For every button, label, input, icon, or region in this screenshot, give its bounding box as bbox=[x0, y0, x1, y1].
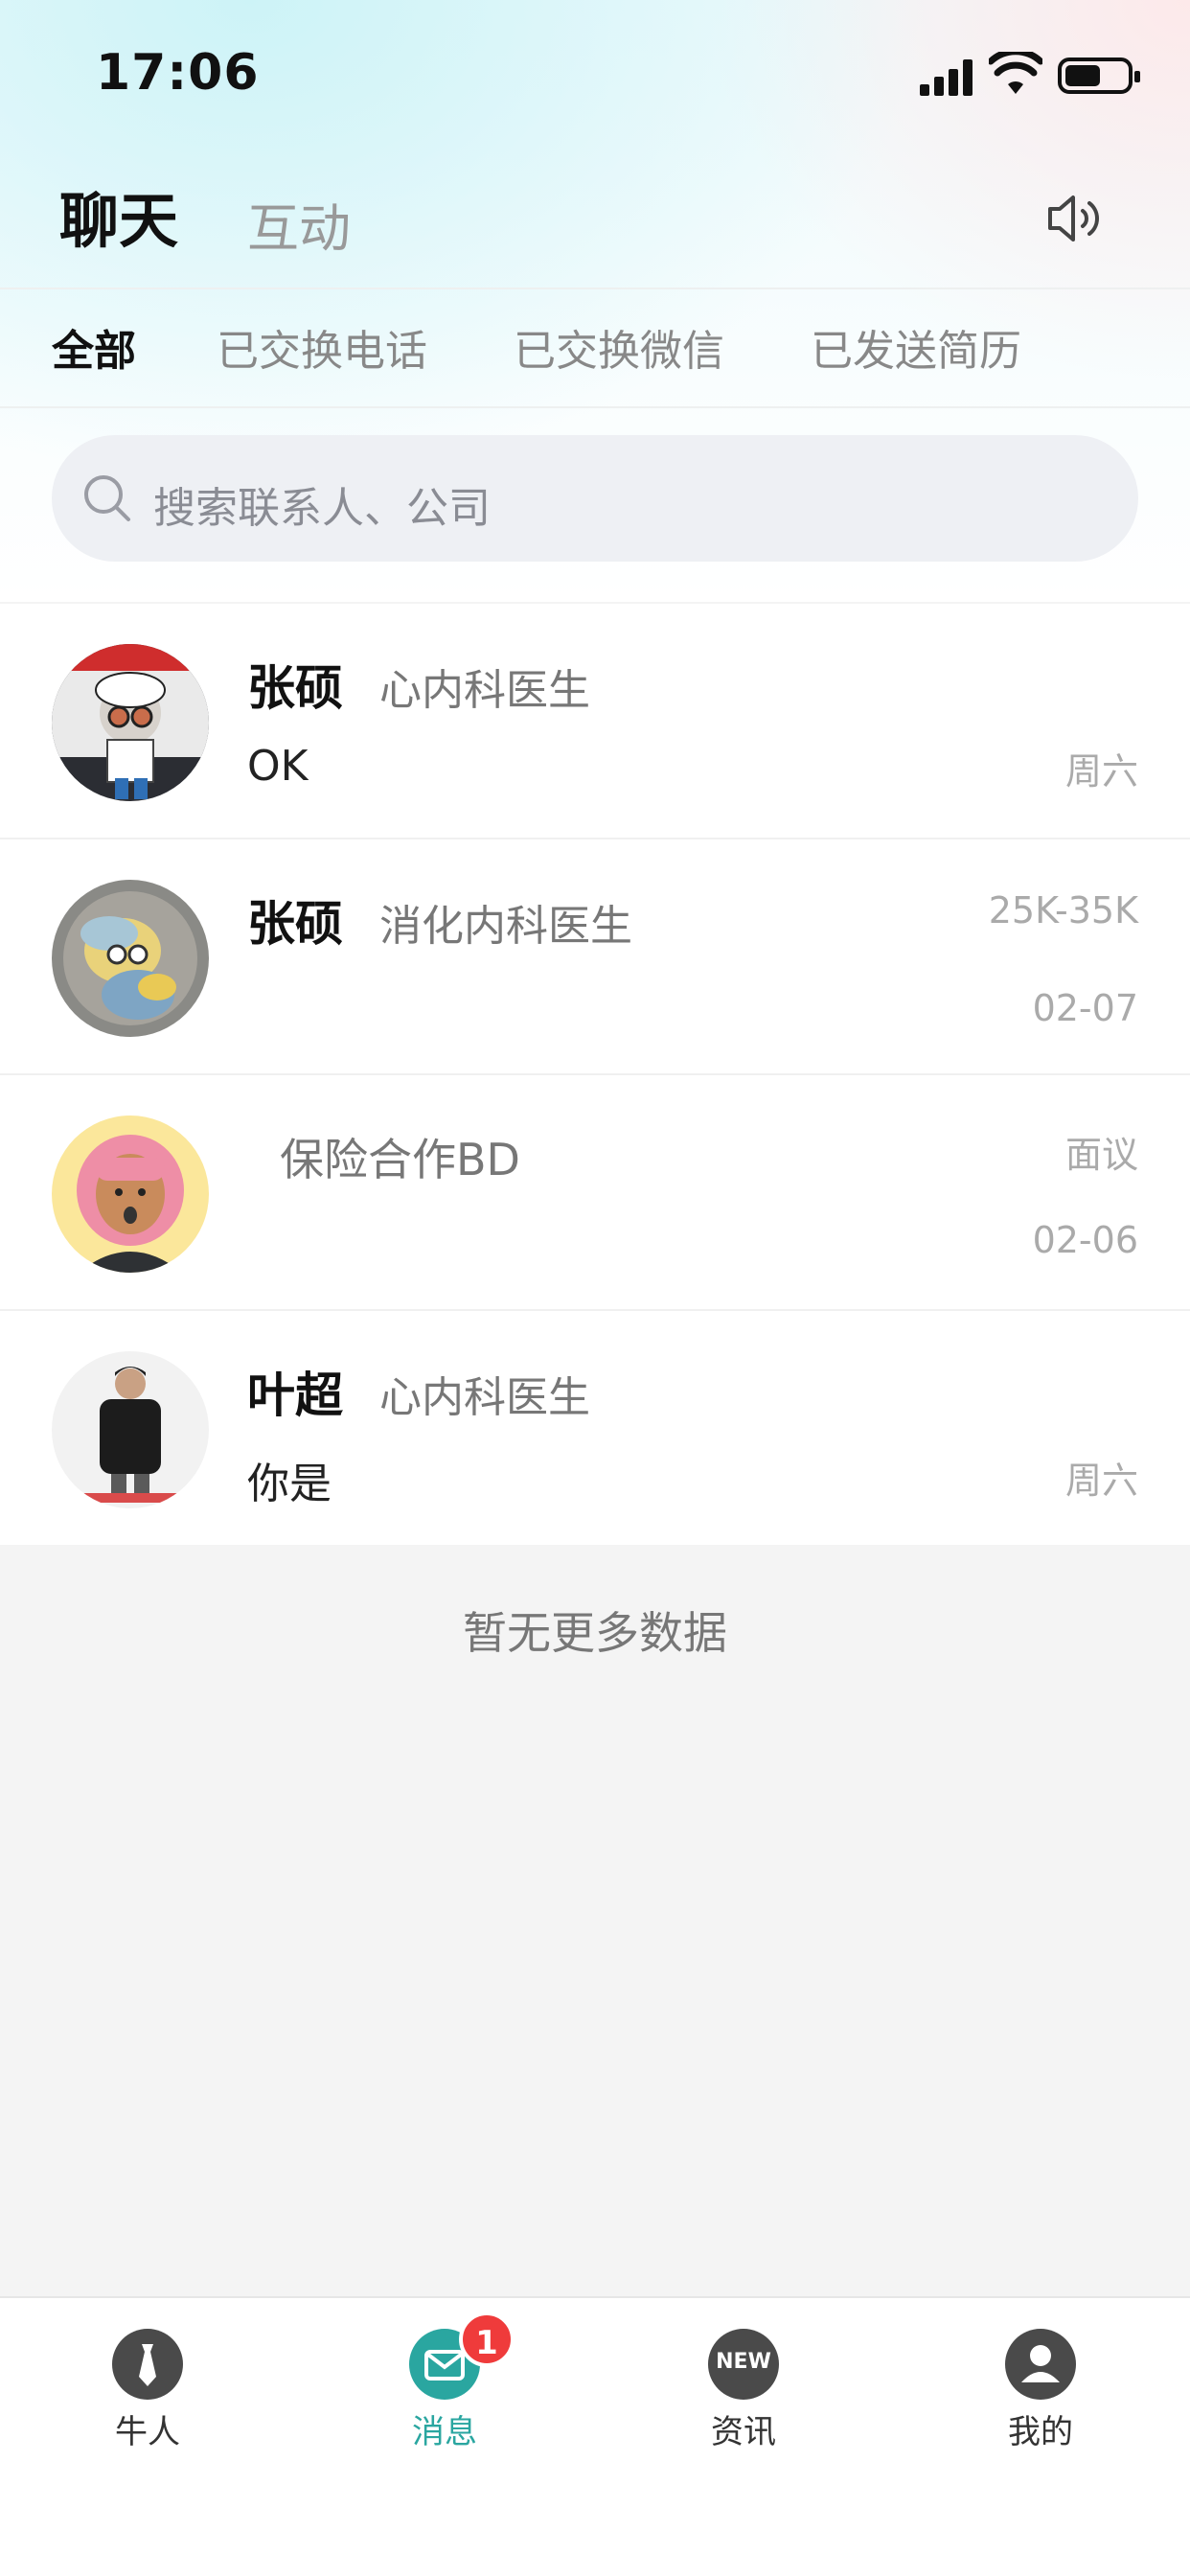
avatar bbox=[52, 880, 209, 1037]
tab-talent[interactable]: 牛人 bbox=[52, 2329, 243, 2452]
battery-icon bbox=[1058, 58, 1140, 94]
tab-label: 资讯 bbox=[711, 2413, 776, 2451]
user-icon bbox=[1005, 2329, 1076, 2400]
contact-role: 保险合作BD bbox=[280, 1134, 520, 1185]
salary-range: 面议 bbox=[1064, 1134, 1138, 1176]
search-input[interactable]: 搜索联系人、公司 bbox=[52, 435, 1138, 562]
wifi-icon bbox=[989, 52, 1042, 94]
divider bbox=[0, 406, 1190, 408]
contact-name: 张硕 bbox=[247, 660, 343, 716]
contact-name: 张硕 bbox=[247, 896, 343, 952]
tab-messages[interactable]: 1 消息 bbox=[349, 2312, 540, 2452]
avatar bbox=[52, 1351, 209, 1508]
new-icon-text: NEW bbox=[716, 2350, 771, 2374]
status-time: 17:06 bbox=[96, 44, 260, 102]
tab-profile[interactable]: 我的 bbox=[945, 2329, 1136, 2452]
filter-bar: 全部 已交换电话 已交换微信 已发送简历 bbox=[0, 316, 1190, 412]
last-message: OK bbox=[247, 742, 309, 791]
conversation-item[interactable]: 张硕 消化内科医生 25K-35K 02-07 bbox=[0, 840, 1190, 1073]
tab-label: 我的 bbox=[1008, 2413, 1073, 2451]
avatar bbox=[52, 644, 209, 801]
divider bbox=[0, 288, 1190, 289]
filter-all[interactable]: 全部 bbox=[52, 316, 136, 378]
message-date: 02-07 bbox=[1032, 987, 1138, 1029]
filter-resume-sent[interactable]: 已发送简历 bbox=[811, 316, 1021, 378]
tab-label: 牛人 bbox=[115, 2413, 180, 2451]
unread-badge: 1 bbox=[459, 2312, 515, 2367]
conversation-item[interactable]: 叶超 心内科医生 你是 周六 bbox=[0, 1311, 1190, 1545]
messages-page: 17:06 聊天 互动 全部 已交换电话 已交换微信 已发送简历 搜索联系人、公… bbox=[0, 0, 1190, 2576]
speaker-icon[interactable] bbox=[1044, 188, 1106, 249]
contact-role: 心内科医生 bbox=[379, 1373, 590, 1422]
status-bar: 17:06 bbox=[0, 0, 1190, 144]
mail-icon: 1 bbox=[409, 2312, 515, 2400]
salary-range: 25K-35K bbox=[988, 889, 1138, 932]
contact-name: 叶超 bbox=[247, 1368, 343, 1423]
signal-icon bbox=[920, 58, 977, 96]
contact-role: 心内科医生 bbox=[379, 666, 590, 715]
conversation-item[interactable]: 张硕 心内科医生 OK 周六 bbox=[0, 604, 1190, 838]
contact-role: 消化内科医生 bbox=[379, 902, 632, 951]
message-date: 周六 bbox=[1064, 750, 1138, 793]
tab-label: 消息 bbox=[412, 2413, 477, 2451]
message-date: 周六 bbox=[1064, 1460, 1138, 1502]
bottom-tab-bar: 牛人 1 消息 NEW 资讯 我的 bbox=[0, 2296, 1190, 2576]
tab-interaction[interactable]: 互动 bbox=[247, 186, 351, 262]
avatar bbox=[52, 1116, 209, 1273]
new-icon: NEW bbox=[708, 2329, 779, 2400]
search-placeholder: 搜索联系人、公司 bbox=[153, 484, 491, 533]
conversation-item[interactable]: 保险合作BD 面议 02-06 bbox=[0, 1075, 1190, 1309]
filter-wechat-exchanged[interactable]: 已交换微信 bbox=[514, 316, 724, 378]
message-date: 02-06 bbox=[1032, 1219, 1138, 1261]
tab-chat[interactable]: 聊天 bbox=[59, 172, 178, 259]
tie-icon bbox=[112, 2329, 183, 2400]
filter-phone-exchanged[interactable]: 已交换电话 bbox=[217, 316, 427, 378]
main-tabs: 聊天 互动 bbox=[0, 172, 1190, 288]
tab-news[interactable]: NEW 资讯 bbox=[648, 2329, 839, 2452]
last-message: 你是 bbox=[247, 1460, 332, 1508]
search-icon bbox=[84, 475, 130, 521]
no-more-data: 暂无更多数据 bbox=[463, 1607, 727, 1659]
